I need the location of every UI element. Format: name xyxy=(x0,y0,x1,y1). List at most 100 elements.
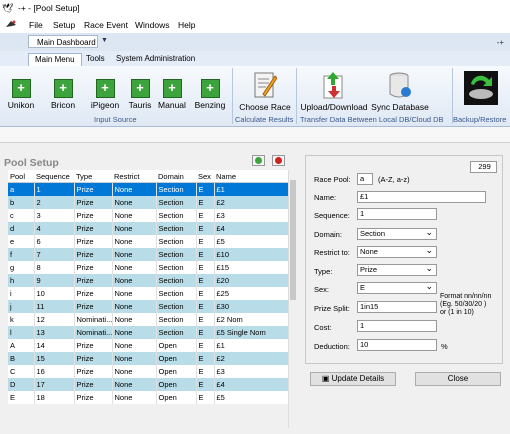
col-sex[interactable]: Sex xyxy=(196,170,214,183)
grid-scrollbar[interactable] xyxy=(288,170,297,428)
benzing-button[interactable]: + Benzing xyxy=(192,79,228,110)
table-cell: D xyxy=(8,378,35,391)
table-cell: None xyxy=(112,222,157,235)
table-row[interactable]: B 15 Prize None Open E £2 xyxy=(8,352,289,365)
sync-database-label: Sync Database xyxy=(371,102,429,112)
col-domain[interactable]: Domain xyxy=(156,170,196,183)
unikon-button[interactable]: + Unikon xyxy=(4,79,38,110)
table-row[interactable]: c 3 Prize None Section E £3 xyxy=(8,209,289,222)
close-label: Close xyxy=(447,374,469,383)
table-cell: 14 xyxy=(34,339,75,352)
table-cell: E xyxy=(196,339,215,352)
table-row[interactable]: j 11 Prize None Section E £30 xyxy=(8,300,289,313)
table-cell: E xyxy=(196,222,215,235)
close-button[interactable]: Close xyxy=(415,372,501,386)
pin-icon[interactable]: -+ xyxy=(497,38,504,47)
sync-database-button[interactable]: Sync Database xyxy=(370,70,430,112)
menu-windows[interactable]: Windows xyxy=(135,20,169,30)
dashboard-dropdown-icon[interactable]: ▼ xyxy=(101,37,108,44)
deduction-input[interactable]: 10 xyxy=(357,339,437,351)
name-input[interactable]: £1 xyxy=(357,191,486,203)
prize-split-input[interactable]: 1in15 xyxy=(357,301,437,313)
choose-race-button[interactable]: Choose Race xyxy=(236,70,294,112)
table-cell: E xyxy=(196,287,215,300)
table-cell: E xyxy=(196,378,215,391)
sex-select[interactable]: E xyxy=(357,281,437,294)
table-row[interactable]: f 7 Prize None Section E £10 xyxy=(8,248,289,261)
table-row[interactable]: d 4 Prize None Section E £4 xyxy=(8,222,289,235)
table-cell: Section xyxy=(156,196,197,209)
main-dashboard-tab[interactable]: Main Dashboard xyxy=(28,35,98,48)
table-row[interactable]: h 9 Prize None Section E £20 xyxy=(8,274,289,287)
database-sync-icon xyxy=(389,72,411,98)
table-row[interactable]: e 6 Prize None Section E £5 xyxy=(8,235,289,248)
table-row[interactable]: A 14 Prize None Open E £1 xyxy=(8,339,289,352)
tab-main-menu[interactable]: Main Menu xyxy=(28,53,82,66)
table-row[interactable]: g 8 Prize None Section E £15 xyxy=(8,261,289,274)
table-cell: Section xyxy=(156,326,197,339)
table-row[interactable]: D 17 Prize None Open E £4 xyxy=(8,378,289,391)
table-cell: Nominati... xyxy=(74,313,113,326)
group-calculate: Calculate Results xyxy=(235,115,294,124)
col-pool[interactable]: Pool xyxy=(8,170,34,183)
race-pool-input[interactable]: a xyxy=(357,173,373,185)
table-cell: £1 xyxy=(214,339,289,352)
table-row[interactable]: a 1 Prize None Section E £1 xyxy=(8,182,289,196)
clipboard-pencil-icon xyxy=(254,72,277,98)
table-row[interactable]: l 13 Nominati... None Section E £5 Single Nom xyxy=(8,326,289,339)
table-row[interactable]: i 10 Prize None Section E £25 xyxy=(8,287,289,300)
choose-race-label: Choose Race xyxy=(239,102,291,112)
menu-race-event[interactable]: Race Event xyxy=(84,20,128,30)
cost-input[interactable]: 1 xyxy=(357,320,437,332)
table-cell: £5 xyxy=(214,235,289,248)
tab-system-administration[interactable]: System Administration xyxy=(110,53,201,65)
group-separator xyxy=(296,68,297,124)
tauris-button[interactable]: + Tauris xyxy=(123,79,157,110)
table-cell: None xyxy=(112,235,157,248)
table-row[interactable]: b 2 Prize None Section E £2 xyxy=(8,196,289,209)
restrict-select[interactable]: None xyxy=(357,245,437,258)
col-restrict[interactable]: Restrict xyxy=(112,170,156,183)
table-cell: E xyxy=(8,391,35,404)
col-type[interactable]: Type xyxy=(74,170,112,183)
menu-file[interactable]: File xyxy=(29,20,43,30)
domain-select[interactable]: Section xyxy=(357,227,437,240)
table-cell: d xyxy=(8,222,35,235)
table-cell: None xyxy=(112,352,157,365)
table-cell: Prize xyxy=(74,209,113,222)
tab-tools[interactable]: Tools xyxy=(80,53,111,65)
ipigeon-button[interactable]: + iPigeon xyxy=(88,79,122,110)
menu-setup[interactable]: Setup xyxy=(53,20,75,30)
sequence-input[interactable]: 1 xyxy=(357,208,437,220)
delete-pool-button[interactable] xyxy=(272,155,285,166)
table-row[interactable]: E 18 Prize None Open E £5 xyxy=(8,391,289,404)
toolbar-strip xyxy=(0,127,510,143)
table-cell: k xyxy=(8,313,35,326)
backup-restore-icon xyxy=(464,71,498,105)
table-cell: 6 xyxy=(34,235,75,248)
table-cell: E xyxy=(196,391,215,404)
type-select[interactable]: Prize xyxy=(357,263,437,276)
table-cell: Section xyxy=(156,182,197,196)
update-details-button[interactable]: ▣ Update Details xyxy=(310,372,396,386)
table-cell: £30 xyxy=(214,300,289,313)
table-cell: 10 xyxy=(34,287,75,300)
table-cell: A xyxy=(8,339,35,352)
col-sequence[interactable]: Sequence xyxy=(34,170,74,183)
table-cell: E xyxy=(196,235,215,248)
table-row[interactable]: k 12 Nominati... None Section E £2 Nom xyxy=(8,313,289,326)
table-cell: 15 xyxy=(34,352,75,365)
scrollbar-thumb[interactable] xyxy=(290,180,296,300)
table-cell: E xyxy=(196,313,215,326)
manual-button[interactable]: + Manual xyxy=(155,79,189,110)
add-pool-button[interactable] xyxy=(252,155,265,166)
table-cell: Prize xyxy=(74,182,113,196)
prize-split-label: Prize Split: xyxy=(314,304,350,313)
col-name[interactable]: Name xyxy=(214,170,288,183)
upload-download-button[interactable]: Upload/Download xyxy=(300,70,368,112)
table-row[interactable]: C 16 Prize None Open E £3 xyxy=(8,365,289,378)
app-menu-icon[interactable] xyxy=(4,18,18,31)
bricon-button[interactable]: + Bricon xyxy=(46,79,80,110)
backup-restore-button[interactable] xyxy=(456,70,506,106)
menu-help[interactable]: Help xyxy=(178,20,195,30)
